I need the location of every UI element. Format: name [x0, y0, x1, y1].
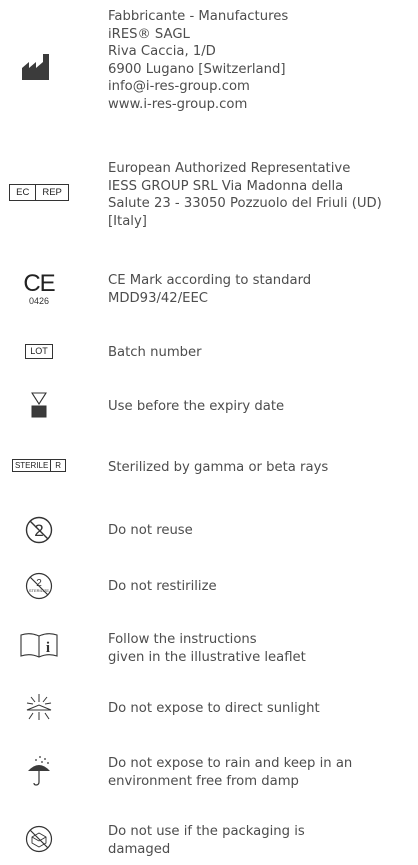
sterilize-label: STERILIZE	[29, 588, 50, 593]
ec-rep-text: European Authorized Representative IESS …	[108, 160, 418, 230]
ec-rep-symbol: EC REP	[0, 184, 78, 201]
sterile-label: STERILE	[14, 461, 49, 470]
do-not-use-if-damaged-icon	[0, 825, 78, 853]
text-line: Do not expose to direct sunlight	[108, 701, 320, 716]
ec-label: EC	[16, 187, 30, 198]
text-line: Sterilized by gamma or beta rays	[108, 460, 329, 475]
no-reuse-text: Do not reuse	[108, 522, 418, 540]
lot-label: LOT	[25, 344, 53, 359]
text-line: MDD93/42/EEC	[108, 290, 209, 306]
text-line: Do not use if the packaging is	[108, 824, 305, 839]
text-line: Do not reuse	[108, 523, 193, 538]
text-line: Salute 23 - 33050 Pozzuolo del Friuli (U…	[108, 196, 382, 211]
notified-body-number: 0426	[28, 296, 50, 306]
no-restirilize-text: Do not restirilize	[108, 578, 418, 596]
text-line: Riva Caccia, 1/D	[108, 44, 216, 59]
text-line: European Authorized Representative	[108, 161, 351, 176]
text-line: Fabbricante - Manufactures	[108, 9, 289, 24]
text-line: info@i-res-group.com	[108, 79, 250, 94]
hourglass-icon	[0, 392, 78, 418]
sterile-text: Sterilized by gamma or beta rays	[108, 459, 418, 477]
text-line: Do not expose to rain and keep in an	[108, 756, 353, 771]
text-line: 6900 Lugano [Switzerland]	[108, 61, 286, 77]
ce-mark-icon: CE 0426	[0, 270, 78, 307]
factory-icon	[0, 54, 78, 80]
keep-away-from-sunlight-icon	[0, 692, 78, 722]
text-line: environment free from damp	[108, 773, 299, 789]
ce-mark: CE	[23, 270, 55, 297]
instructions-text: Follow the instructions given in the ill…	[108, 631, 418, 666]
rain-text: Do not expose to rain and keep in an env…	[108, 755, 418, 790]
text-line: CE Mark according to standard	[108, 273, 312, 288]
sunlight-text: Do not expose to direct sunlight	[108, 700, 418, 718]
text-line: given in the illustrative leaflet	[108, 649, 306, 665]
manufacturer-text: Fabbricante - Manufactures iRES® SAGL Ri…	[108, 8, 418, 113]
do-not-reuse-icon: 2	[0, 516, 78, 544]
lot-symbol: LOT	[0, 344, 78, 359]
text-line: [Italy]	[108, 213, 147, 229]
damaged-text: Do not use if the packaging is damaged	[108, 823, 418, 858]
text-line: damaged	[108, 841, 171, 857]
r-label: R	[50, 460, 65, 471]
text-line: IESS GROUP SRL Via Madonna della	[108, 178, 344, 194]
text-line: Use before the expiry date	[108, 399, 285, 414]
text-line: Follow the instructions	[108, 632, 257, 647]
keep-dry-umbrella-icon	[0, 755, 78, 787]
sterile-r-symbol: STERILE R	[0, 459, 78, 472]
expiry-text: Use before the expiry date	[108, 398, 418, 416]
ce-text: CE Mark according to standard MDD93/42/E…	[108, 272, 418, 307]
lot-text: Batch number	[108, 344, 418, 362]
text-line: Do not restirilize	[108, 579, 217, 594]
text-line: www.i-res-group.com	[108, 96, 248, 112]
instructions-book-icon: i	[0, 632, 78, 658]
text-line: Batch number	[108, 345, 202, 360]
rep-label: REP	[35, 185, 68, 200]
do-not-resterilize-icon: 2 STERILIZE	[0, 572, 78, 600]
text-line: iRES® SAGL	[108, 26, 190, 42]
info-letter: i	[46, 640, 50, 656]
